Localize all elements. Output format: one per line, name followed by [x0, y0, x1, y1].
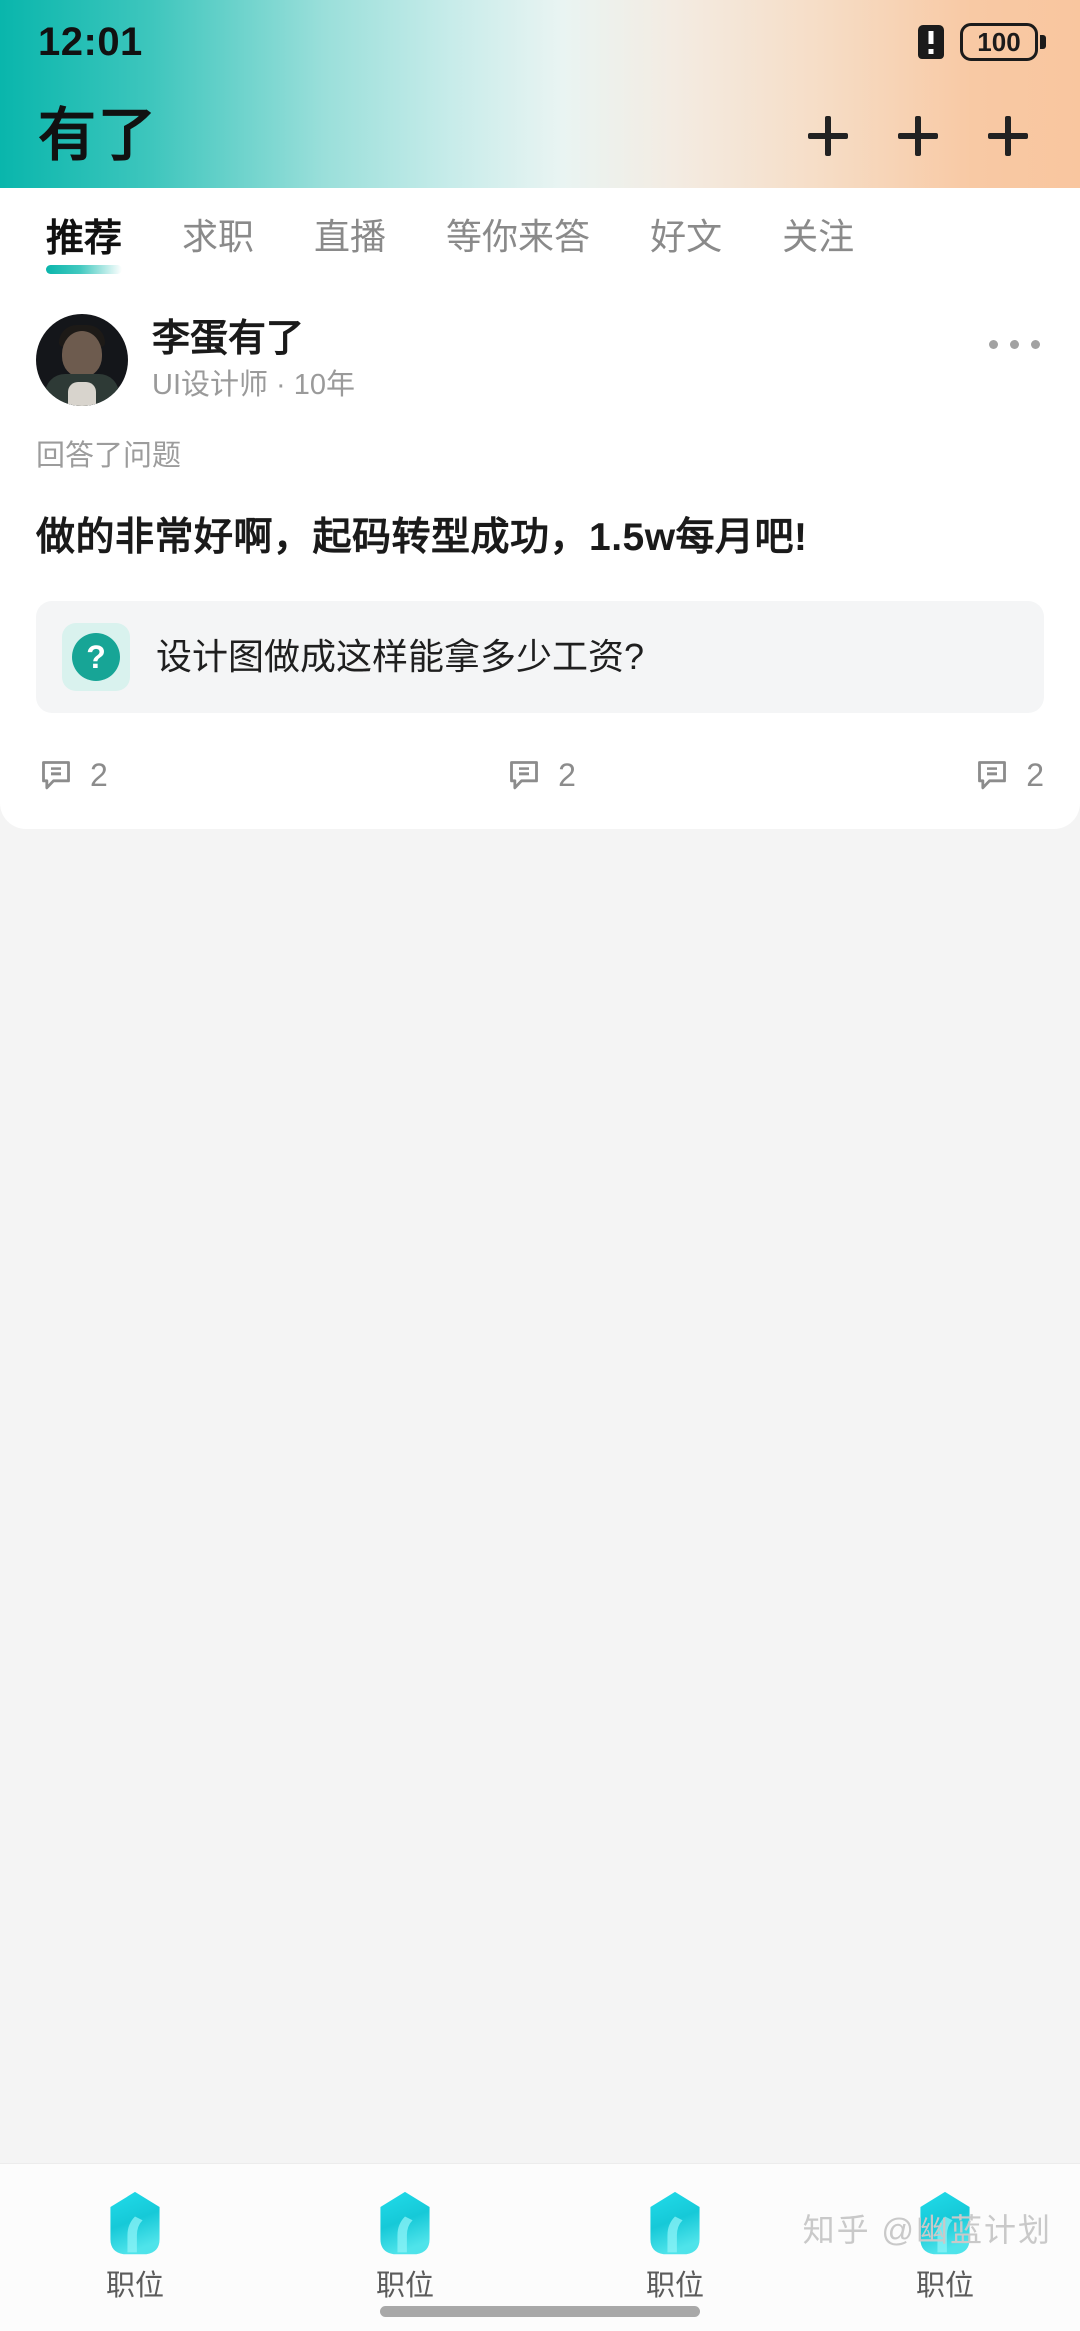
- tab-label: 推荐: [46, 217, 123, 260]
- cube-icon: [650, 2191, 700, 2255]
- author-name: 李蛋有了: [152, 317, 305, 360]
- cube-icon: [920, 2191, 970, 2255]
- more-dot: [989, 340, 998, 349]
- comment-icon: [42, 760, 70, 789]
- avatar[interactable]: [36, 314, 128, 406]
- tab-recommend[interactable]: 推荐: [46, 207, 123, 274]
- avatar-face: [62, 330, 102, 377]
- comment-icon: [978, 760, 1007, 789]
- avatar-shirt: [68, 382, 96, 406]
- nav-item-jobs[interactable]: 职位: [540, 2190, 810, 2301]
- post-card[interactable]: 李蛋有了 UI设计师 · 10年 回答了问题 做的非常好啊，起码转型成功，1.5…: [0, 286, 1080, 829]
- nav-item-jobs[interactable]: 职位: [0, 2190, 270, 2301]
- tab-live[interactable]: 直播: [314, 208, 386, 266]
- more-dot: [1031, 340, 1040, 349]
- quoted-question-title: 设计图做成这样能拿多少工资?: [156, 636, 645, 678]
- tab-active-underline: [46, 264, 123, 274]
- comment-action[interactable]: 2: [372, 755, 708, 795]
- comment-count: 2: [90, 756, 108, 793]
- comment-count: 2: [558, 756, 576, 793]
- tab-good-articles[interactable]: 好文: [650, 208, 722, 266]
- more-dot: [1010, 340, 1019, 349]
- post-body-text: 做的非常好啊，起码转型成功，1.5w每月吧!: [36, 516, 808, 559]
- feed-tab-bar: 推荐 求职 直播 等你来答 好文 关注: [0, 188, 1080, 286]
- sim-alert-icon: [918, 25, 944, 59]
- battery-cap: [1040, 35, 1046, 49]
- bottom-navigation-bar: 职位 职位 职位 职位: [0, 2163, 1080, 2331]
- status-bar-indicators: 100: [918, 23, 1046, 61]
- tab-label: 直播: [314, 216, 387, 257]
- comment-icon: [510, 760, 539, 789]
- question-mark-icon: ?: [62, 622, 130, 691]
- cube-icon: [110, 2191, 160, 2255]
- battery-level-label: 100: [977, 27, 1021, 57]
- post-action-label: 回答了问题: [36, 440, 182, 472]
- nav-item-label: 职位: [915, 2270, 974, 2302]
- author-text: 李蛋有了 UI设计师 · 10年: [152, 317, 356, 401]
- status-bar: 12:01 100: [0, 0, 1080, 84]
- nav-item-label: 职位: [105, 2270, 164, 2302]
- comment-count: 2: [1026, 756, 1044, 793]
- nav-item-jobs[interactable]: 职位: [810, 2190, 1080, 2301]
- battery-icon: 100: [960, 23, 1046, 61]
- tab-label: 求职: [182, 216, 255, 257]
- plus-icon[interactable]: [886, 104, 950, 168]
- nav-item-label: 职位: [645, 2270, 704, 2302]
- comment-action[interactable]: 2: [36, 755, 372, 795]
- nav-item-jobs[interactable]: 职位: [270, 2190, 540, 2301]
- question-mark-glyph: ?: [72, 632, 120, 681]
- home-indicator[interactable]: [380, 2306, 700, 2317]
- plus-icon[interactable]: [796, 104, 860, 168]
- tab-jobs[interactable]: 求职: [182, 208, 254, 266]
- app-bar-actions: [796, 104, 1040, 168]
- app-title: 有了: [38, 103, 159, 168]
- app-bar: 有了: [0, 84, 1080, 188]
- tab-waiting-for-answer[interactable]: 等你来答: [446, 208, 590, 266]
- tab-label: 等你来答: [446, 216, 591, 257]
- feed-list: 李蛋有了 UI设计师 · 10年 回答了问题 做的非常好啊，起码转型成功，1.5…: [0, 286, 1080, 829]
- post-header: 李蛋有了 UI设计师 · 10年: [36, 314, 1044, 406]
- header-band: 12:01 100 有了: [0, 0, 1080, 188]
- more-options-icon[interactable]: [989, 314, 1044, 349]
- nav-item-label: 职位: [375, 2270, 434, 2302]
- post-action-row: 2 2 2: [36, 755, 1044, 795]
- tab-label: 关注: [782, 216, 855, 257]
- tab-label: 好文: [650, 216, 723, 257]
- status-bar-clock: 12:01: [38, 19, 143, 64]
- author-subtitle: UI设计师 · 10年: [152, 368, 356, 401]
- author-block[interactable]: 李蛋有了 UI设计师 · 10年: [36, 314, 355, 406]
- tab-following[interactable]: 关注: [782, 208, 854, 266]
- cube-icon: [380, 2191, 430, 2255]
- comment-action[interactable]: 2: [708, 755, 1044, 795]
- plus-icon[interactable]: [976, 104, 1040, 168]
- quoted-question-card[interactable]: ? 设计图做成这样能拿多少工资?: [36, 600, 1044, 713]
